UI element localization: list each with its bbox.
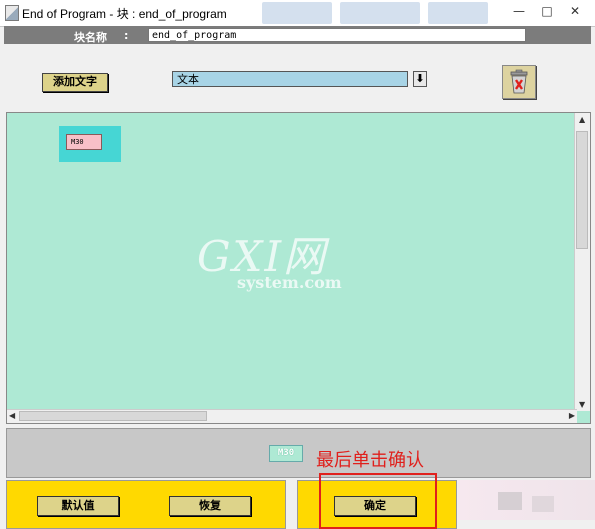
block-name-colon: : [124, 29, 129, 42]
scroll-up-icon[interactable]: ▲ [579, 115, 585, 124]
dropdown-arrow-icon[interactable]: ⬇ [413, 71, 427, 87]
preview-chip: M30 [269, 445, 303, 462]
watermark-sub: system.com [237, 273, 342, 292]
vertical-scrollbar[interactable]: ▲ ▼ [574, 113, 590, 411]
horizontal-scroll-thumb[interactable] [19, 411, 207, 421]
blurred-background-region [340, 2, 420, 24]
vertical-scroll-thumb[interactable] [576, 131, 588, 249]
blurred-region [532, 496, 554, 512]
trash-icon [510, 69, 528, 94]
blurred-region [458, 480, 595, 520]
block-node[interactable]: M30 [66, 134, 102, 150]
watermark: GXI网 system.com [197, 223, 342, 292]
design-canvas[interactable]: M30 GXI网 system.com [7, 113, 577, 411]
design-canvas-frame: M30 GXI网 system.com ▲ ▼ ◀ ▶ [6, 112, 591, 424]
minimize-button[interactable]: — [506, 2, 532, 20]
bottom-left-panel: 默认值 恢复 [6, 480, 286, 529]
blurred-region [498, 492, 522, 510]
add-text-button[interactable]: 添加文字 [42, 73, 108, 92]
close-button[interactable]: ✕ [562, 2, 588, 20]
block-name-label: 块名称 [74, 31, 107, 44]
horizontal-scrollbar[interactable]: ◀ ▶ [7, 409, 577, 423]
preview-strip: M30 [6, 428, 591, 478]
restore-button[interactable]: 恢复 [169, 496, 251, 516]
block-name-bar: 块名称 : end_of_program [4, 26, 591, 44]
delete-button[interactable] [502, 65, 536, 99]
window-title: End of Program - 块 : end_of_program [22, 7, 227, 21]
default-values-button[interactable]: 默认值 [37, 496, 119, 516]
annotation-text: 最后单击确认 [316, 450, 424, 471]
selected-block-frame[interactable]: M30 [59, 126, 121, 162]
app-icon [5, 5, 19, 21]
blurred-background-region [262, 2, 332, 24]
annotation-highlight-box [319, 473, 437, 529]
scroll-down-icon[interactable]: ▼ [579, 400, 585, 409]
block-name-input[interactable]: end_of_program [148, 28, 526, 42]
toolbar: 添加文字 文本 ⬇ [4, 44, 591, 112]
maximize-button[interactable]: □ [534, 2, 560, 20]
scroll-right-icon[interactable]: ▶ [569, 411, 575, 420]
window-titlebar: End of Program - 块 : end_of_program — □ … [0, 0, 595, 27]
blurred-background-region [428, 2, 488, 24]
element-type-select[interactable]: 文本 [172, 71, 408, 87]
scroll-left-icon[interactable]: ◀ [9, 411, 15, 420]
